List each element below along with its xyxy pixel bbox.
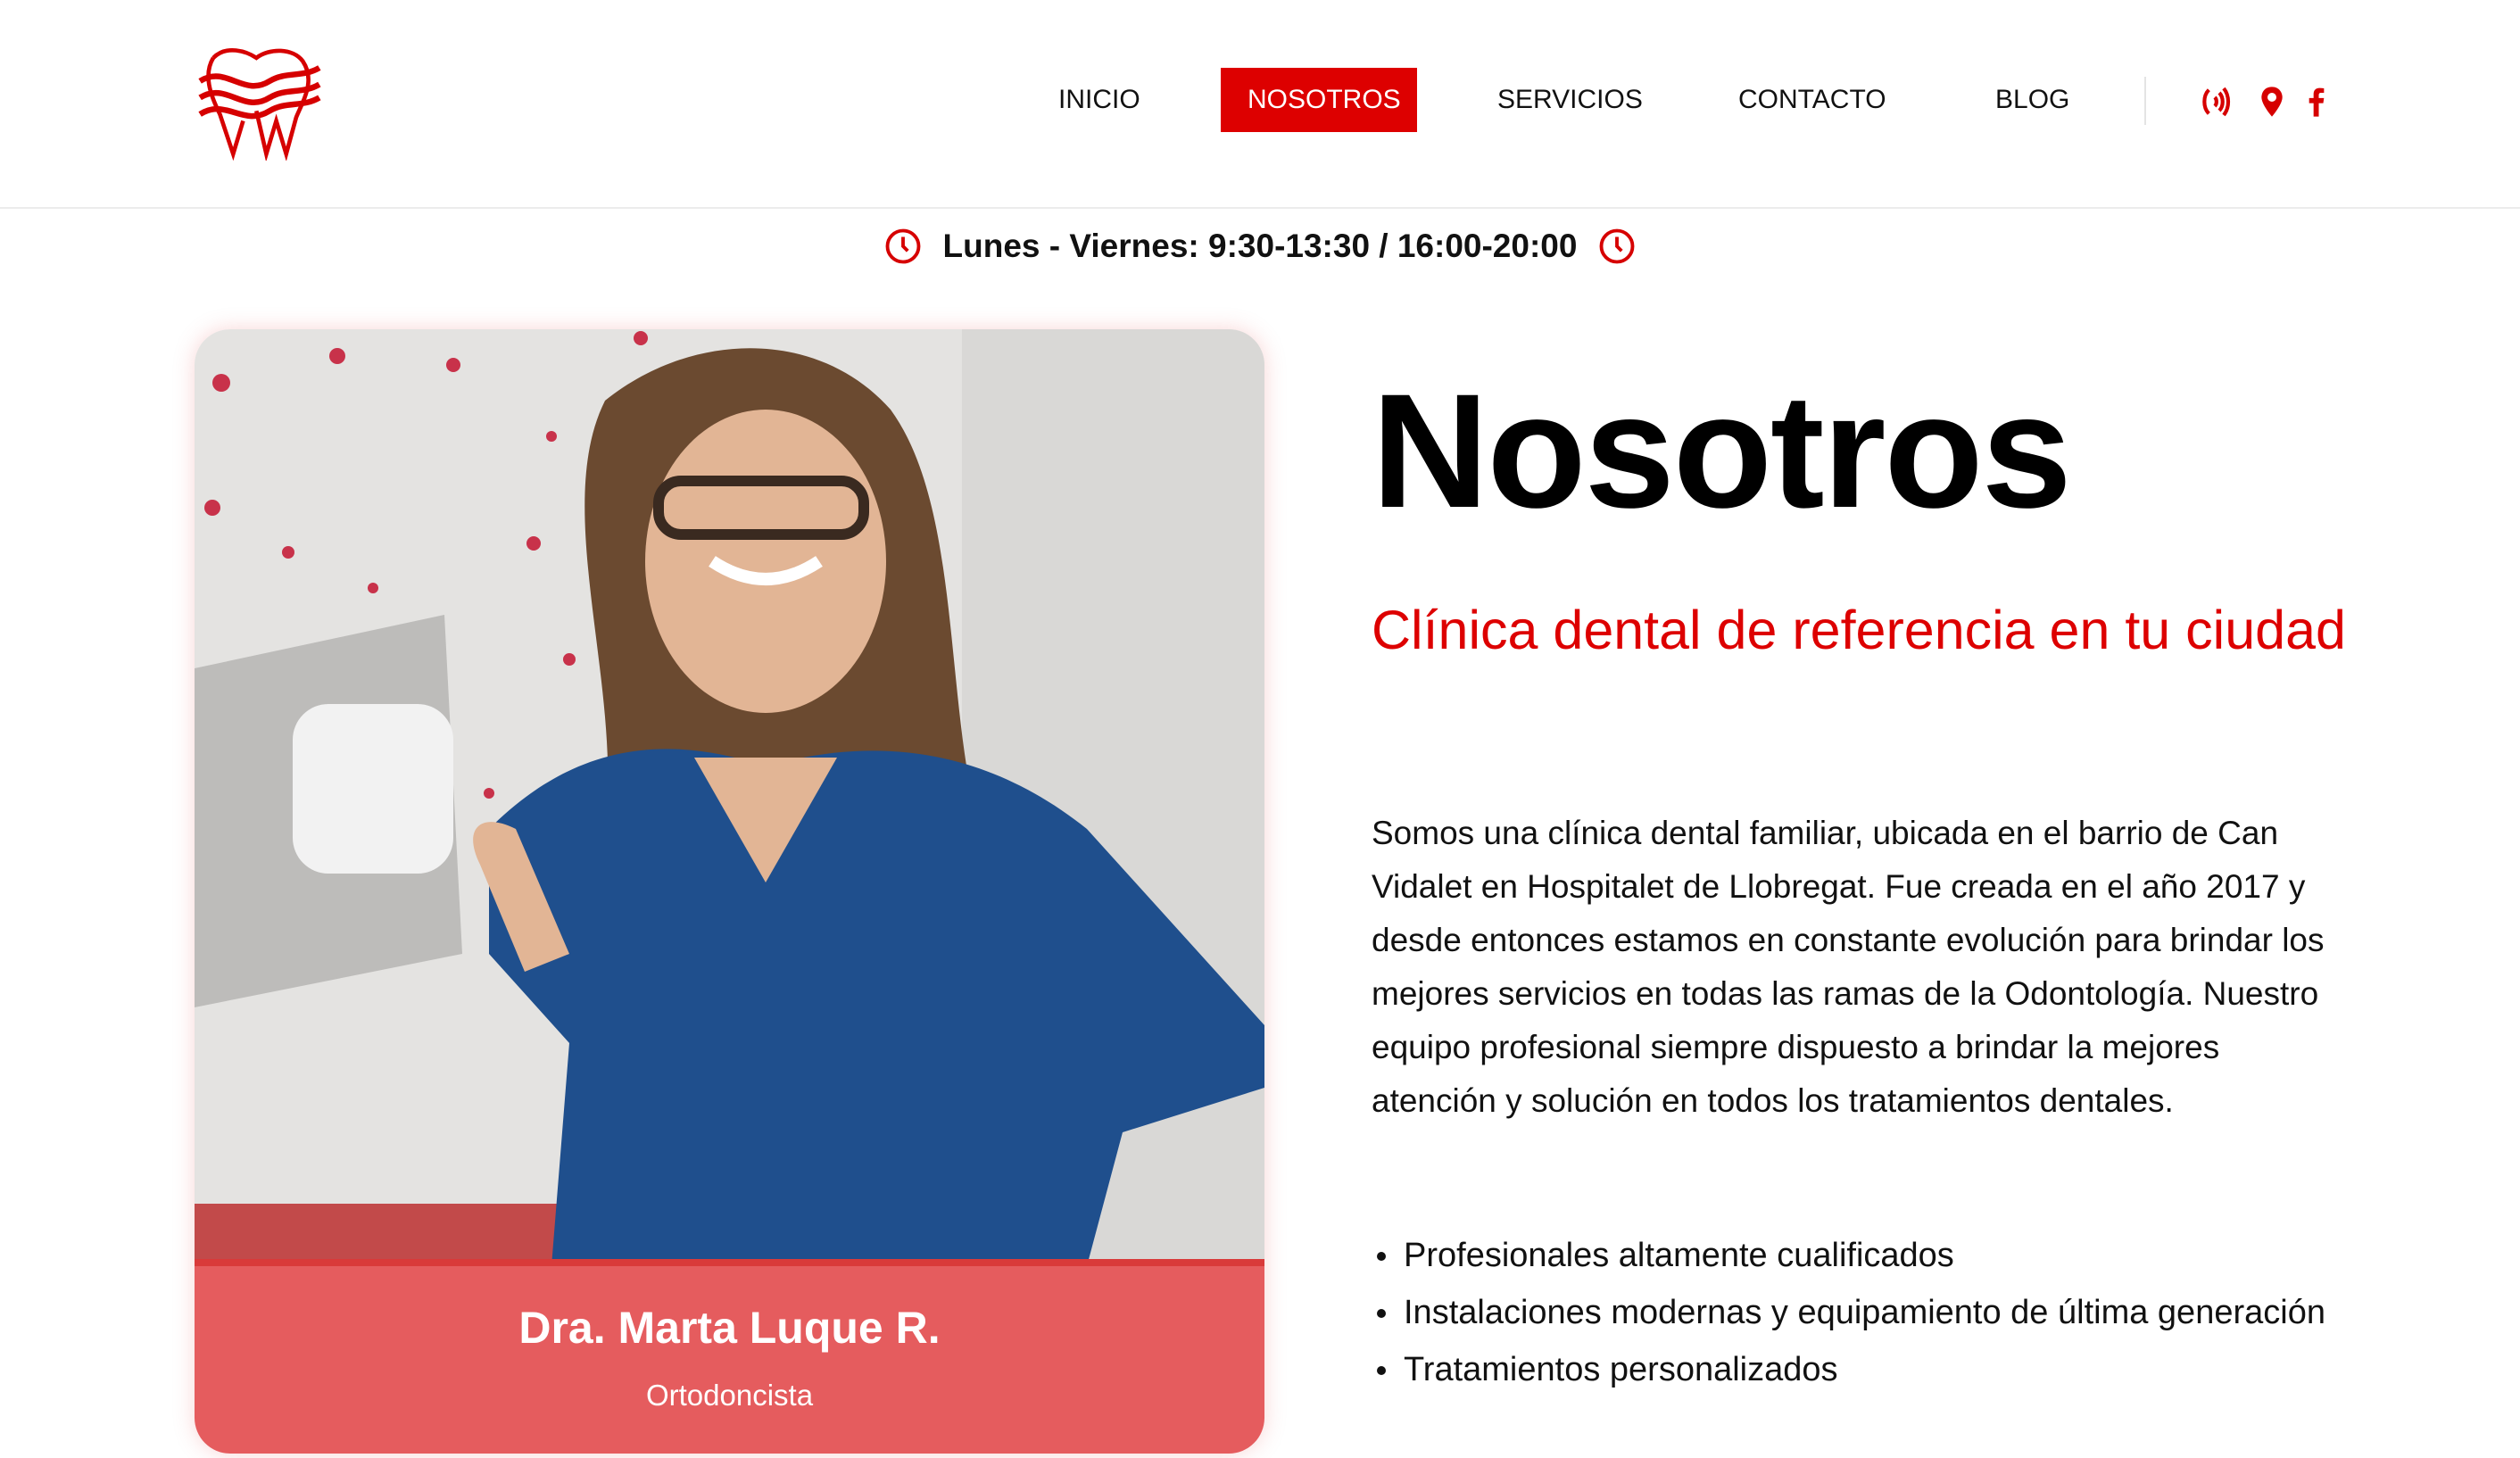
nav-servicios[interactable]: SERVICIOS bbox=[1471, 68, 1670, 132]
nav-divider bbox=[2144, 77, 2146, 125]
features-list: Profesionales altamente cualificados Ins… bbox=[1372, 1231, 2335, 1403]
doctor-caption: Dra. Marta Luque R. Ortodoncista bbox=[195, 1259, 1264, 1454]
facebook-icon[interactable] bbox=[2299, 84, 2334, 120]
nav-contacto[interactable]: CONTACTO bbox=[1712, 68, 1913, 132]
tooth-logo[interactable] bbox=[193, 45, 327, 161]
doctor-role: Ortodoncista bbox=[645, 1379, 814, 1412]
about-paragraph: Somos una clínica dental familiar, ubica… bbox=[1372, 815, 2325, 1119]
doctor-photo bbox=[195, 329, 1264, 1266]
nav-inicio[interactable]: INICIO bbox=[1032, 68, 1167, 132]
clock-icon bbox=[1600, 228, 1635, 264]
hours-text: Lunes - Viernes: 9:30-13:30 / 16:00-20:0… bbox=[942, 228, 1578, 264]
phone-icon[interactable] bbox=[2197, 84, 2233, 120]
page-subtitle: Clínica dental de referencia en tu ciuda… bbox=[1372, 600, 2346, 660]
site-header: INICIO NOSOTROS SERVICIOS CONTACTO BLOG bbox=[0, 0, 2520, 209]
nav-blog[interactable]: BLOG bbox=[1969, 68, 2096, 132]
list-item: Instalaciones modernas y equipamiento de… bbox=[1372, 1288, 2335, 1337]
doctor-card: Dra. Marta Luque R. Ortodoncista bbox=[195, 329, 1264, 1454]
list-item: Profesionales altamente cualificados bbox=[1372, 1231, 2335, 1280]
location-icon[interactable] bbox=[2254, 84, 2290, 120]
page-title: Nosotros bbox=[1372, 360, 2072, 542]
nav-nosotros[interactable]: NOSOTROS bbox=[1221, 68, 1417, 132]
list-item: Tratamientos personalizados bbox=[1372, 1346, 2335, 1394]
doctor-name: Dra. Marta Luque R. bbox=[518, 1303, 941, 1353]
opening-hours: Lunes - Viernes: 9:30-13:30 / 16:00-20:0… bbox=[0, 221, 2520, 271]
clock-icon bbox=[885, 228, 920, 264]
